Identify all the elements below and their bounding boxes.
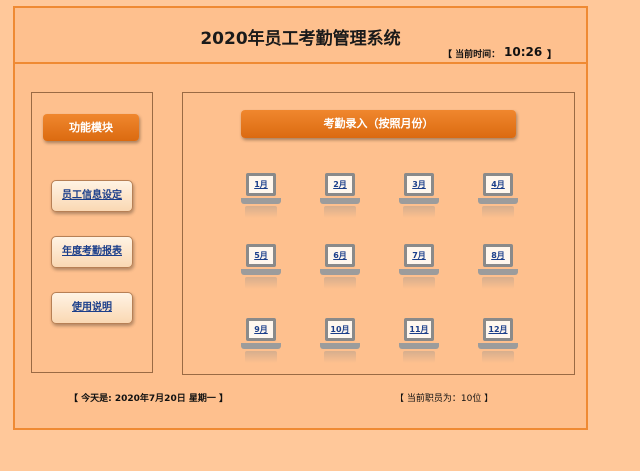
laptop-reflection xyxy=(403,277,435,289)
laptop-reflection xyxy=(324,206,356,218)
app-title: 2020年员工考勤管理系统 xyxy=(200,29,401,49)
today-date-text: 【 今天是: 2020年7月20日 星期一 】 xyxy=(69,394,228,404)
laptop-reflection xyxy=(403,351,435,363)
laptop-icon: 11月 xyxy=(404,318,434,341)
month-button-9[interactable]: 9月 xyxy=(241,318,281,368)
laptop-icon: 10月 xyxy=(325,318,355,341)
laptop-base xyxy=(320,343,360,349)
month-button-6[interactable]: 6月 xyxy=(320,244,360,294)
laptop-base xyxy=(241,269,281,275)
month-button-8[interactable]: 8月 xyxy=(478,244,518,294)
app-frame: 2020年员工考勤管理系统 【 当前时间： 10:26 】 功能模块 员工信息设… xyxy=(13,6,588,430)
month-button-5[interactable]: 5月 xyxy=(241,244,281,294)
instructions-button[interactable]: 使用说明 xyxy=(51,292,133,324)
laptop-icon: 7月 xyxy=(404,244,434,267)
month-label: 1月 xyxy=(249,176,273,193)
sidebar-header: 功能模块 xyxy=(43,114,139,141)
laptop-icon: 4月 xyxy=(483,173,513,196)
current-time-value: 10:26 xyxy=(504,45,543,59)
laptop-icon: 12月 xyxy=(483,318,513,341)
month-label: 5月 xyxy=(249,247,273,264)
laptop-base xyxy=(478,269,518,275)
laptop-reflection xyxy=(482,351,514,363)
header-divider xyxy=(15,62,586,64)
laptop-reflection xyxy=(245,206,277,218)
laptop-icon: 5月 xyxy=(246,244,276,267)
laptop-base xyxy=(399,269,439,275)
laptop-base xyxy=(320,198,360,204)
laptop-base xyxy=(320,269,360,275)
current-time-close-bracket: 】 xyxy=(547,50,557,61)
month-label: 11月 xyxy=(407,321,431,338)
month-label: 7月 xyxy=(407,247,431,264)
laptop-icon: 3月 xyxy=(404,173,434,196)
laptop-icon: 6月 xyxy=(325,244,355,267)
laptop-icon: 2月 xyxy=(325,173,355,196)
month-button-12[interactable]: 12月 xyxy=(478,318,518,368)
laptop-reflection xyxy=(324,351,356,363)
month-label: 3月 xyxy=(407,176,431,193)
laptop-icon: 8月 xyxy=(483,244,513,267)
laptop-base xyxy=(478,198,518,204)
laptop-base xyxy=(478,343,518,349)
staff-count-text: 【 当前职员为：10位 】 xyxy=(395,394,494,404)
employee-settings-button[interactable]: 员工信息设定 xyxy=(51,180,133,212)
laptop-reflection xyxy=(324,277,356,289)
month-label: 8月 xyxy=(486,247,510,264)
month-label: 2月 xyxy=(328,176,352,193)
month-label: 12月 xyxy=(486,321,510,338)
laptop-reflection xyxy=(245,277,277,289)
attendance-entry-header: 考勤录入（按照月份） xyxy=(241,110,516,138)
month-button-11[interactable]: 11月 xyxy=(399,318,439,368)
laptop-base xyxy=(399,198,439,204)
laptop-reflection xyxy=(482,206,514,218)
laptop-reflection xyxy=(245,351,277,363)
laptop-base xyxy=(399,343,439,349)
month-button-10[interactable]: 10月 xyxy=(320,318,360,368)
laptop-reflection xyxy=(482,277,514,289)
laptop-icon: 1月 xyxy=(246,173,276,196)
month-button-4[interactable]: 4月 xyxy=(478,173,518,223)
laptop-base xyxy=(241,343,281,349)
month-button-2[interactable]: 2月 xyxy=(320,173,360,223)
month-button-3[interactable]: 3月 xyxy=(399,173,439,223)
current-time-label: 【 当前时间： xyxy=(443,50,501,60)
laptop-base xyxy=(241,198,281,204)
laptop-icon: 9月 xyxy=(246,318,276,341)
month-label: 10月 xyxy=(328,321,352,338)
laptop-reflection xyxy=(403,206,435,218)
month-button-7[interactable]: 7月 xyxy=(399,244,439,294)
month-label: 4月 xyxy=(486,176,510,193)
month-button-1[interactable]: 1月 xyxy=(241,173,281,223)
annual-report-button[interactable]: 年度考勤报表 xyxy=(51,236,133,268)
month-label: 9月 xyxy=(249,321,273,338)
month-label: 6月 xyxy=(328,247,352,264)
